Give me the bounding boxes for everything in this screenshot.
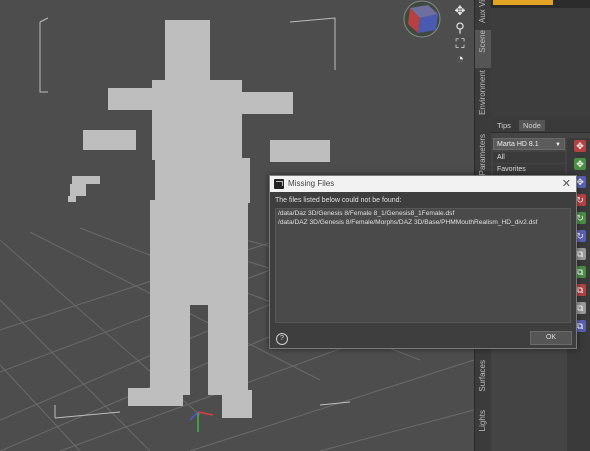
node-select-value: Marta HD 8.1 [497, 141, 539, 148]
property-group-favorites[interactable]: Favorites [493, 164, 565, 175]
list-item: /data/Daz 3D/Genesis 8/Female 8_1/Genesi… [278, 210, 455, 217]
dialog-message: The files listed below could not be foun… [275, 197, 402, 204]
tool-icon[interactable]: ✥ [574, 140, 586, 152]
close-icon[interactable]: ✕ [562, 177, 571, 190]
node-select-dropdown[interactable]: Marta HD 8.1 ▼ [493, 138, 565, 150]
world-axis-gizmo [189, 411, 214, 432]
tab-lights[interactable]: Lights [475, 410, 492, 446]
list-item: /data/DAZ 3D/Genesis 8/Female/Morphs/DAZ… [278, 219, 538, 226]
property-group-all[interactable]: All [493, 152, 565, 163]
help-icon[interactable]: ? [276, 333, 288, 345]
orbit-icon[interactable]: ◔ [453, 52, 467, 66]
tab-tips[interactable]: Tips [493, 120, 515, 131]
zoom-magnifier-icon[interactable]: ⚲ [453, 21, 467, 35]
scene-item-highlight [493, 0, 553, 5]
frame-focus-icon[interactable]: ⛶ [453, 37, 467, 51]
ok-button[interactable]: OK [530, 331, 572, 345]
scene-item-row[interactable] [491, 0, 590, 8]
tab-surfaces[interactable]: Surfaces [475, 360, 492, 408]
move-arrows-icon[interactable]: ✥ [453, 4, 467, 18]
tab-node[interactable]: Node [519, 120, 545, 131]
dialog-title-bar: Missing Files ✕ [270, 176, 576, 192]
view-cube-icon [403, 0, 441, 38]
tool-icon[interactable]: ✥ [574, 158, 586, 170]
missing-files-dialog: Missing Files ✕ The files listed below c… [269, 175, 577, 349]
dialog-title: Missing Files [288, 179, 335, 188]
tab-aux-viewport[interactable]: Aux Vi [475, 0, 492, 28]
tab-environment[interactable]: Environment [475, 70, 492, 132]
scene-pane [491, 0, 590, 118]
pane-tab-bar: Tips Node [491, 118, 590, 133]
app-icon [274, 179, 284, 189]
missing-files-list[interactable]: /data/Daz 3D/Genesis 8/Female 8_1/Genesi… [275, 208, 571, 323]
chevron-down-icon: ▼ [555, 142, 561, 148]
tab-scene[interactable]: Scene [475, 30, 492, 68]
